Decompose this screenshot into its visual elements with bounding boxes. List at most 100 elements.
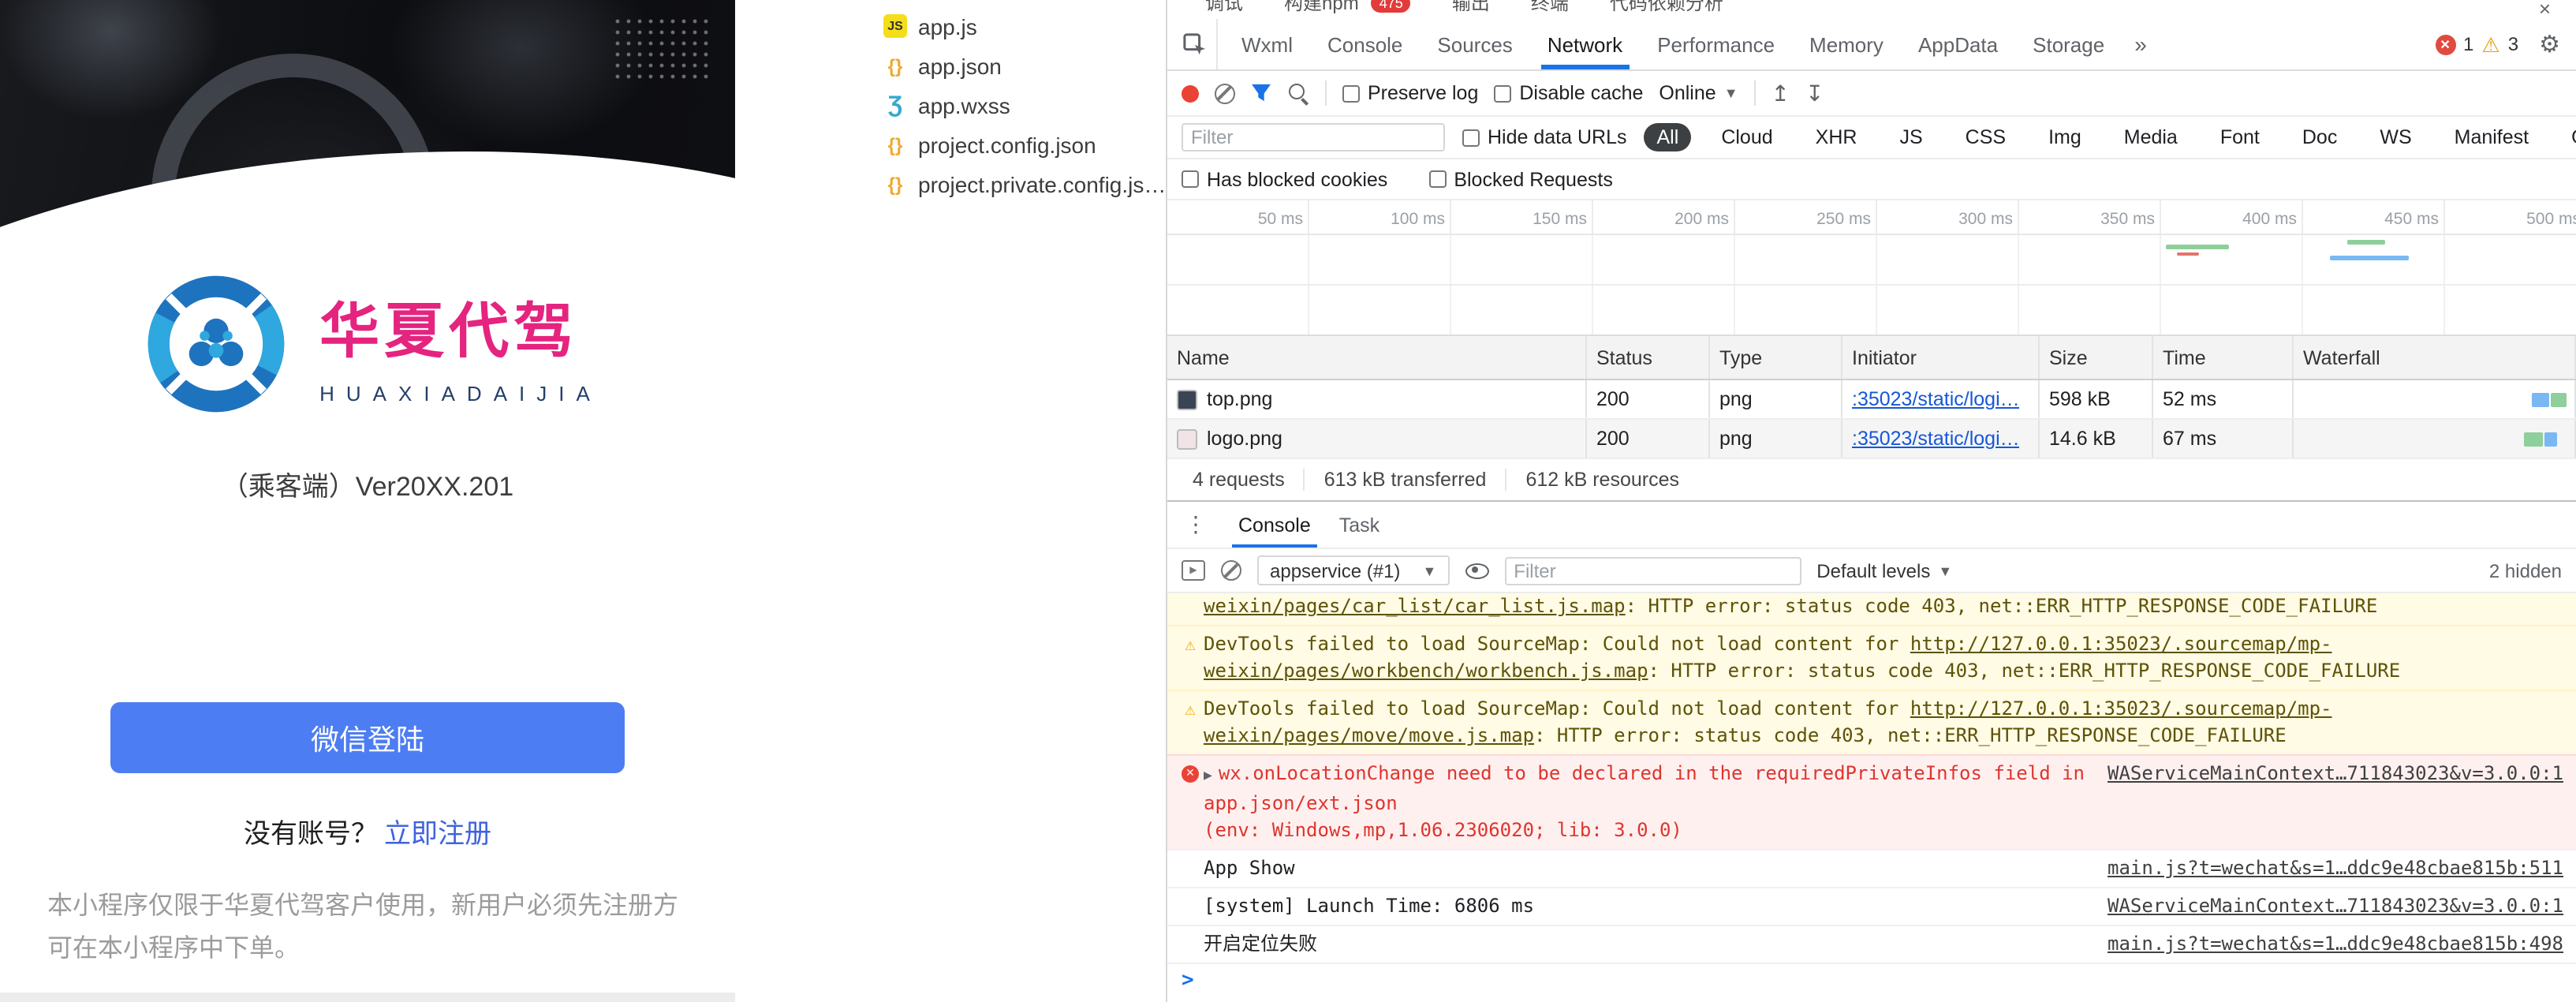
- console-text-link[interactable]: http://127.0.0.1:35023/.sourcemap/mp-wei…: [1204, 633, 2332, 682]
- json-file-icon: {}: [887, 133, 903, 155]
- source-location-link[interactable]: main.js?t=wechat&s=1…ddc9e48cbae815b:511: [2107, 855, 2563, 882]
- column-header-name[interactable]: Name: [1167, 336, 1587, 379]
- has-blocked-cookies-checkbox[interactable]: Has blocked cookies: [1182, 168, 1387, 190]
- ide-panel-tab[interactable]: 调试: [1205, 0, 1243, 16]
- checkbox-icon[interactable]: [1342, 84, 1360, 102]
- type-filter-ws[interactable]: WS: [2367, 123, 2424, 151]
- file-item[interactable]: {} project.config.json: [735, 125, 1166, 164]
- register-link[interactable]: 立即注册: [384, 819, 491, 849]
- record-icon[interactable]: [1182, 84, 1199, 102]
- initiator-link[interactable]: :35023/static/logi…: [1852, 428, 2020, 450]
- type-filter-other[interactable]: Other: [2559, 123, 2576, 151]
- hide-data-urls-checkbox[interactable]: Hide data URLs: [1462, 126, 1627, 148]
- timeline-band[interactable]: [1167, 235, 2576, 335]
- devtools-tab-network[interactable]: Network: [1530, 19, 1640, 69]
- type-filter-doc[interactable]: Doc: [2290, 123, 2350, 151]
- source-location-link[interactable]: WAServiceMainContext…711843023&v=3.0.0:1: [2107, 893, 2563, 920]
- close-icon[interactable]: ×: [2539, 0, 2551, 19]
- drawer-tab-task[interactable]: Task: [1325, 502, 1394, 548]
- error-badge-icon[interactable]: ✕: [2435, 34, 2456, 54]
- drawer-tab-console[interactable]: Console: [1224, 502, 1325, 548]
- file-item[interactable]: {} project.private.config.js…: [735, 164, 1166, 204]
- blocked-requests-checkbox[interactable]: Blocked Requests: [1428, 168, 1613, 190]
- file-item[interactable]: {} app.json: [735, 46, 1166, 85]
- column-header-time[interactable]: Time: [2153, 336, 2294, 379]
- expand-triangle-icon[interactable]: ▶: [1204, 768, 1212, 784]
- divider: [1753, 80, 1756, 106]
- source-location-link[interactable]: WAServiceMainContext…711843023&v=3.0.0:1: [2107, 761, 2563, 787]
- clear-console-icon[interactable]: [1221, 560, 1241, 581]
- type-filter-css[interactable]: CSS: [1953, 123, 2018, 151]
- type-filter-all[interactable]: All: [1644, 123, 1692, 151]
- execution-context-dropdown[interactable]: appservice (#1) ▼: [1257, 555, 1450, 585]
- disable-cache-checkbox[interactable]: Disable cache: [1494, 82, 1643, 104]
- column-header-type[interactable]: Type: [1710, 336, 1842, 379]
- checkbox-icon[interactable]: [1428, 170, 1447, 188]
- export-har-icon[interactable]: ↧: [1805, 82, 1824, 104]
- network-overview[interactable]: 50 ms 100 ms 150 ms 200 ms 250 ms 300 ms 350 m…: [1167, 200, 2576, 336]
- network-request-row[interactable]: logo.png 200 png:35023/static/logi… 14.6 kB…: [1167, 420, 2576, 459]
- live-expression-eye-icon[interactable]: [1465, 563, 1489, 578]
- type-filter-font[interactable]: Font: [2208, 123, 2272, 151]
- simulator-bottom-strip: [0, 993, 735, 1002]
- column-header-initiator[interactable]: Initiator: [1842, 336, 2040, 379]
- type-filter-xhr[interactable]: XHR: [1803, 123, 1870, 151]
- devtools-tab-memory[interactable]: Memory: [1792, 19, 1901, 69]
- file-item[interactable]: JS app.js: [735, 6, 1166, 46]
- warning-count: 3: [2507, 33, 2519, 55]
- devtools-tab-console[interactable]: Console: [1310, 19, 1420, 69]
- checkbox-icon[interactable]: [1182, 170, 1199, 188]
- more-tabs-icon[interactable]: »: [2122, 19, 2160, 69]
- overview-activity-mark: [2330, 256, 2409, 260]
- console-text-link[interactable]: http://127.0.0.1:35023/.sourcemap/mp-wei…: [1204, 697, 2332, 746]
- ide-panel-tab[interactable]: 构建npm: [1284, 0, 1359, 16]
- warning-triangle-icon: ⚠: [1185, 699, 1196, 720]
- type-filter-cloud[interactable]: Cloud: [1708, 123, 1785, 151]
- gear-icon[interactable]: ⚙: [2539, 32, 2560, 56]
- timeline-tick: 150 ms: [1451, 200, 1593, 234]
- type-filter-manifest[interactable]: Manifest: [2442, 123, 2542, 151]
- preserve-log-checkbox[interactable]: Preserve log: [1342, 82, 1478, 104]
- devtools-tab-storage[interactable]: Storage: [2015, 19, 2122, 69]
- checkbox-icon[interactable]: [1462, 129, 1480, 146]
- checkbox-icon[interactable]: [1494, 84, 1512, 102]
- column-header-status[interactable]: Status: [1587, 336, 1710, 379]
- devtools-tab-appdata[interactable]: AppData: [1901, 19, 2015, 69]
- wechat-login-button[interactable]: 微信登陆: [110, 702, 625, 773]
- console-output-area: ⚠ DevTools failed to load SourceMap: Coul…: [1167, 593, 2576, 1002]
- file-item[interactable]: Ʒapp.wxss: [735, 85, 1166, 125]
- column-header-size[interactable]: Size: [2040, 336, 2153, 379]
- ide-panel-tab[interactable]: 代码依赖分析: [1610, 0, 1723, 16]
- ide-panel-tab[interactable]: 输出: [1452, 0, 1490, 16]
- timeline-tick: 300 ms: [1877, 200, 2019, 234]
- console-sidebar-icon[interactable]: ▶: [1182, 560, 1205, 581]
- console-filter-input[interactable]: [1504, 556, 1801, 585]
- network-request-table: Name Status Type Initiator Size Time Waterfall…: [1167, 336, 2576, 459]
- throttling-dropdown[interactable]: Online ▼: [1659, 82, 1738, 104]
- kebab-menu-icon[interactable]: ⋮: [1167, 502, 1224, 548]
- filter-funnel-icon[interactable]: [1251, 84, 1271, 103]
- devtools-tab-sources[interactable]: Sources: [1420, 19, 1529, 69]
- log-levels-dropdown[interactable]: Default levels ▼: [1816, 559, 1952, 581]
- devtools-tab-wxml[interactable]: Wxml: [1224, 19, 1310, 69]
- request-initiator-cell: :35023/static/logi…: [1842, 420, 2040, 458]
- initiator-link[interactable]: :35023/static/logi…: [1852, 388, 2020, 410]
- type-filter-media[interactable]: Media: [2111, 123, 2190, 151]
- devtools-tab-performance[interactable]: Performance: [1640, 19, 1792, 69]
- type-filter-img[interactable]: Img: [2036, 123, 2094, 151]
- console-message-text: DevTools failed to load SourceMap: Could…: [1204, 697, 2332, 746]
- column-header-waterfall[interactable]: Waterfall: [2294, 336, 2576, 379]
- network-request-row[interactable]: top.png 200 png:35023/static/logi… 598 kB 52…: [1167, 380, 2576, 420]
- overview-activity-mark: [2177, 252, 2199, 256]
- type-filter-js[interactable]: JS: [1887, 123, 1935, 151]
- console-input[interactable]: >: [1167, 963, 2576, 997]
- warning-triangle-icon[interactable]: ⚠: [2481, 34, 2499, 54]
- ide-panel-tab[interactable]: 终端: [1531, 0, 1569, 16]
- clear-icon[interactable]: [1215, 83, 1235, 103]
- import-har-icon[interactable]: ↥: [1771, 82, 1790, 104]
- network-filter-input[interactable]: [1182, 123, 1445, 151]
- console-text-link[interactable]: http://127.0.0.1:35023/.sourcemap/mp-wei…: [1204, 593, 2332, 617]
- search-icon[interactable]: [1287, 82, 1309, 104]
- inspect-element-icon[interactable]: [1174, 19, 1218, 69]
- source-location-link[interactable]: main.js?t=wechat&s=1…ddc9e48cbae815b:498: [2107, 931, 2563, 958]
